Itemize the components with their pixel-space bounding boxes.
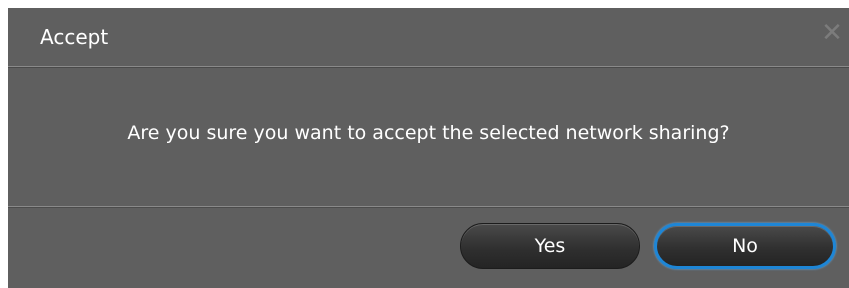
accept-dialog: Accept ✕ Are you sure you want to accept…	[8, 8, 849, 288]
no-button[interactable]: No	[654, 223, 836, 269]
dialog-titlebar: Accept ✕	[8, 8, 849, 67]
dialog-title: Accept	[40, 25, 109, 49]
close-icon[interactable]: ✕	[819, 20, 845, 46]
dialog-footer: Yes No	[8, 206, 849, 288]
yes-button[interactable]: Yes	[460, 223, 640, 269]
dialog-message: Are you sure you want to accept the sele…	[127, 122, 730, 144]
